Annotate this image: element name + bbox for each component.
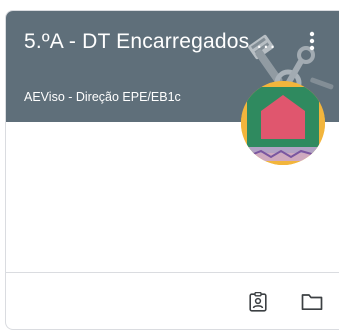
your-work-button[interactable] bbox=[245, 289, 271, 315]
more-vert-icon bbox=[309, 31, 315, 51]
school-logo bbox=[241, 81, 325, 165]
open-folder-button[interactable] bbox=[299, 289, 325, 315]
class-title[interactable]: 5.ºA - DT Encarregados de Educação bbox=[24, 30, 280, 54]
assignment-ind-icon bbox=[249, 292, 267, 312]
folder-icon bbox=[301, 294, 323, 311]
footer-divider bbox=[6, 272, 339, 273]
class-subtitle[interactable]: AEViso - Direção EPE/EB1c bbox=[24, 90, 181, 104]
class-card[interactable]: 5.ºA - DT Encarregados de Educação AEVis… bbox=[5, 10, 339, 330]
class-avatar bbox=[241, 81, 325, 165]
more-options-button[interactable] bbox=[300, 27, 324, 55]
